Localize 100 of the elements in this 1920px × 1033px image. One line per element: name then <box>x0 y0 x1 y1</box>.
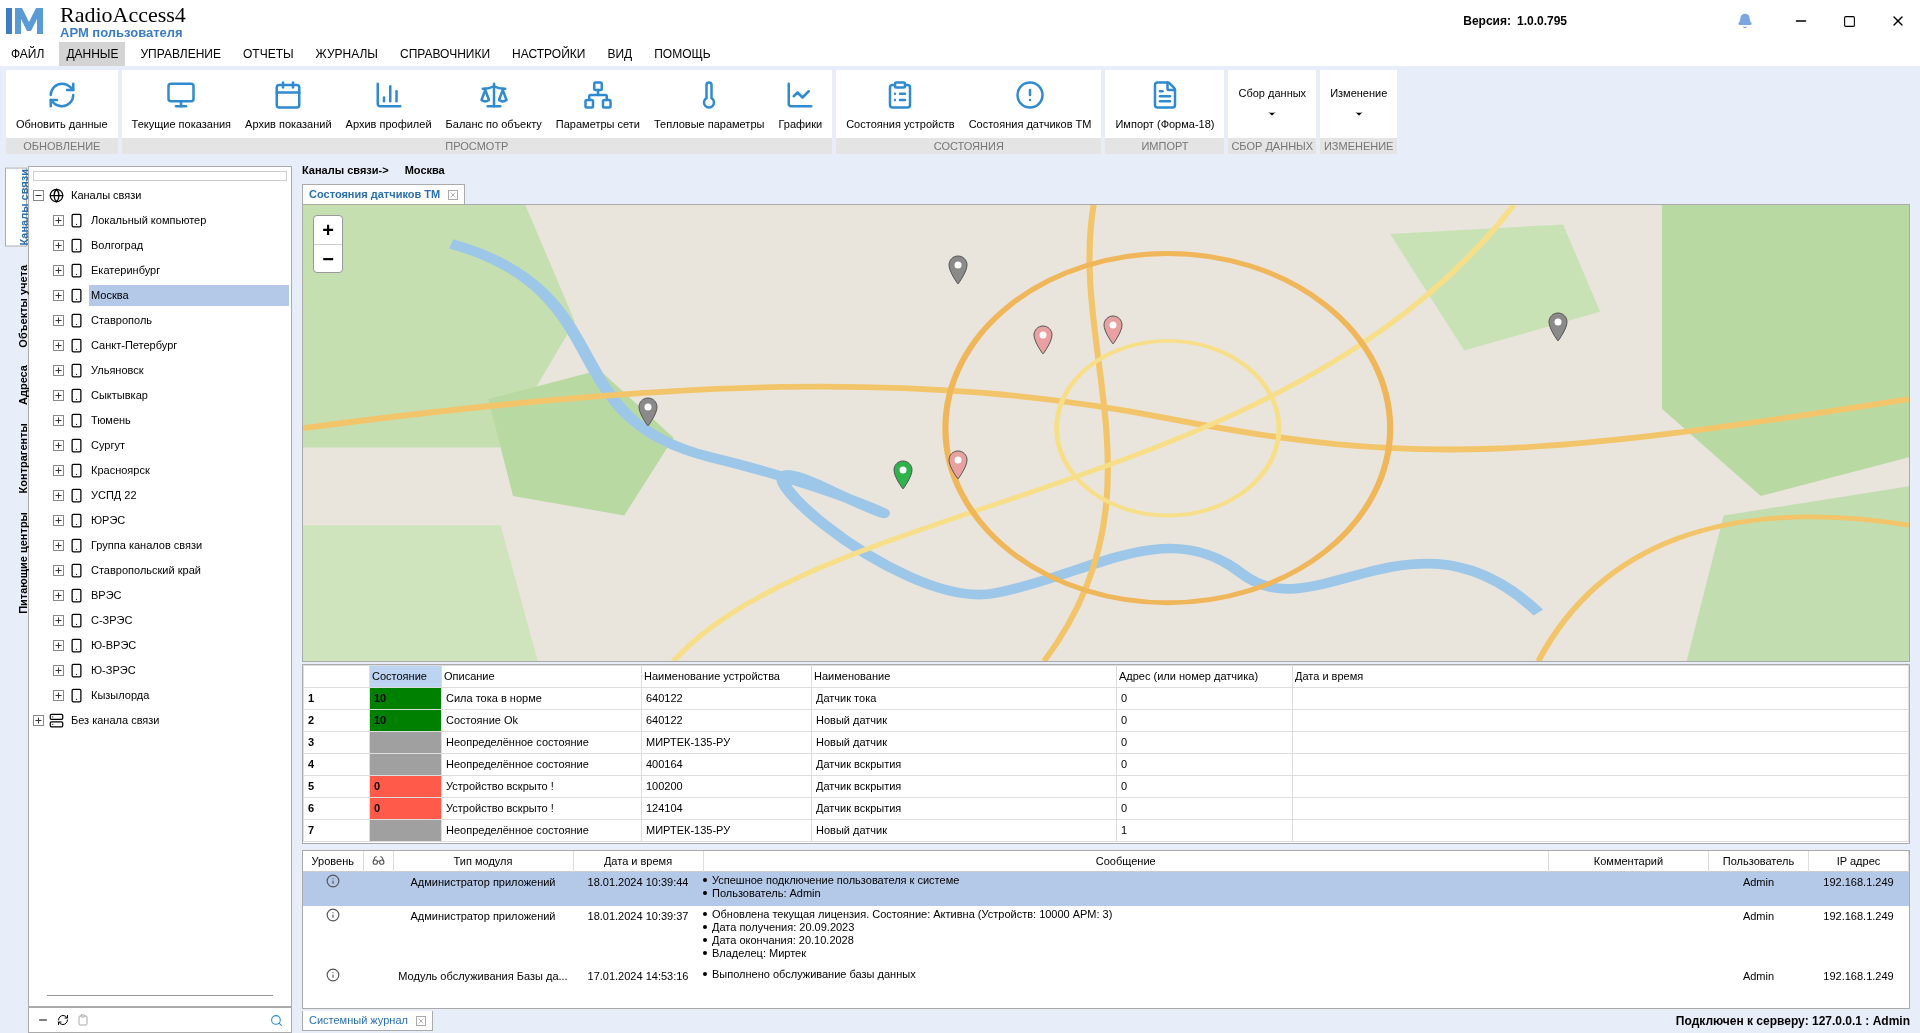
ribbon-button[interactable]: Параметры сети <box>549 70 646 134</box>
menu-item[interactable]: ПОМОЩЬ <box>647 42 718 66</box>
maximize-icon[interactable] <box>1843 14 1856 28</box>
map-pin-icon[interactable] <box>1548 312 1568 342</box>
expand-icon[interactable] <box>53 440 64 451</box>
ribbon-button[interactable]: Архив показаний <box>239 70 338 134</box>
map-pin-icon[interactable] <box>948 255 968 285</box>
column-header[interactable]: Описание <box>441 665 642 688</box>
map-pin-icon[interactable] <box>1033 325 1053 355</box>
column-header[interactable]: Сообщение <box>703 851 1549 871</box>
expand-icon[interactable] <box>53 290 64 301</box>
expand-icon[interactable] <box>53 315 64 326</box>
tree-item[interactable]: Ставропольский край <box>89 560 203 581</box>
refresh-icon[interactable] <box>57 1014 69 1026</box>
expand-icon[interactable] <box>53 215 64 226</box>
tree-item[interactable]: ЮРЭС <box>89 510 128 531</box>
expand-icon[interactable] <box>53 465 64 476</box>
map-pin-icon[interactable] <box>1103 315 1123 345</box>
side-tab[interactable]: Объекты учета <box>5 264 27 348</box>
expand-icon[interactable] <box>53 590 64 601</box>
ribbon-button[interactable]: Состояния устройств <box>840 70 961 134</box>
tree-item[interactable]: Кызылорда <box>89 685 152 706</box>
tree-item[interactable]: Ставрополь <box>89 310 155 331</box>
column-header[interactable]: Наименование устройства <box>641 665 812 688</box>
expand-icon[interactable] <box>53 615 64 626</box>
menu-item[interactable]: ВИД <box>600 42 640 66</box>
tree-item[interactable]: Волгоград <box>89 235 146 256</box>
ribbon-dropdown[interactable]: Сбор данных <box>1232 70 1313 134</box>
column-header[interactable]: Тип модуля <box>393 851 573 871</box>
tree-item[interactable]: УСПД 22 <box>89 485 139 506</box>
expand-icon[interactable] <box>53 340 64 351</box>
filter-field[interactable] <box>33 171 287 181</box>
log-row[interactable]: Модуль обслуживания Базы да... 17.01.2024 14:53:16 Выполнено обслуживание базы данных Admin 192.168.1.249 <box>303 965 1909 987</box>
tree-item[interactable]: Ю-ВРЭС <box>89 635 139 656</box>
expand-icon[interactable] <box>53 240 64 251</box>
column-header[interactable]: Уровень <box>303 851 363 871</box>
column-header[interactable]: Состояние <box>369 665 442 688</box>
expand-icon[interactable] <box>53 540 64 551</box>
ribbon-button[interactable]: Архив профилей <box>339 70 438 134</box>
tree-item[interactable]: Локальный компьютер <box>89 210 209 231</box>
zoom-out-button[interactable]: − <box>314 244 342 272</box>
tree-item[interactable]: Тюмень <box>89 410 133 431</box>
clipboard-icon[interactable] <box>77 1014 89 1026</box>
log-row[interactable]: Администратор приложений 18.01.2024 10:39:44 Успешное подключение пользователя к системе Пользователь: Admin Admin 192.168.1.249 <box>303 871 1909 906</box>
expand-icon[interactable] <box>33 715 44 726</box>
column-header[interactable]: Адрес (или номер датчика) <box>1116 665 1293 688</box>
column-header[interactable]: Дата и время <box>1292 665 1909 688</box>
tree-item[interactable]: Москва <box>89 285 289 306</box>
map-pin-icon[interactable] <box>893 460 913 490</box>
collapse-icon[interactable] <box>33 190 44 201</box>
menu-item[interactable]: ФАЙЛ <box>4 42 52 66</box>
tree-item[interactable]: Санкт-Петербург <box>89 335 180 356</box>
tree-item[interactable]: Без канала связи <box>69 710 162 731</box>
tree-item[interactable]: Группа каналов связи <box>89 535 205 556</box>
column-header[interactable]: IP адрес <box>1808 851 1909 871</box>
side-tab[interactable]: Контрагенты <box>5 423 27 494</box>
map-pin-icon[interactable] <box>638 397 658 427</box>
expand-icon[interactable] <box>53 515 64 526</box>
ribbon-dropdown[interactable]: Изменение <box>1324 70 1394 134</box>
column-header[interactable]: Пользователь <box>1708 851 1809 871</box>
log-tab[interactable]: Системный журнал <box>302 1011 433 1031</box>
column-header[interactable]: Комментарий <box>1548 851 1709 871</box>
expand-icon[interactable] <box>53 265 64 276</box>
ribbon-button[interactable]: Тепловые параметры <box>647 70 771 134</box>
breadcrumb-link[interactable]: Каналы связи-> <box>302 161 389 179</box>
map-pin-icon[interactable] <box>948 450 968 480</box>
ribbon-button[interactable]: Баланс по объекту <box>439 70 548 134</box>
expand-icon[interactable] <box>53 365 64 376</box>
tree-item[interactable]: Красноярск <box>89 460 152 481</box>
expand-icon[interactable] <box>53 565 64 576</box>
tree-item[interactable]: Ульяновск <box>89 360 146 381</box>
column-header[interactable]: Наименование <box>811 665 1117 688</box>
side-tab[interactable]: Питающие центры <box>5 511 27 614</box>
ribbon-button[interactable]: Состояния датчиков ТМ <box>962 70 1098 134</box>
menu-item[interactable]: ДАННЫЕ <box>59 42 126 66</box>
search-icon[interactable] <box>270 1013 283 1027</box>
expand-icon[interactable] <box>53 390 64 401</box>
ribbon-button[interactable]: Импорт (Форма-18) <box>1109 70 1221 134</box>
column-header[interactable]: Дата и время <box>573 851 703 871</box>
glasses-icon[interactable] <box>371 854 385 868</box>
tree-item[interactable]: Сургут <box>89 435 127 456</box>
ribbon-button[interactable]: Текущие показания <box>125 70 238 134</box>
expand-icon[interactable] <box>53 665 64 676</box>
side-tab[interactable]: Адреса <box>5 365 27 406</box>
menu-item[interactable]: УПРАВЛЕНИЕ <box>133 42 228 66</box>
expand-icon[interactable] <box>53 640 64 651</box>
tree-item[interactable]: Екатеринбург <box>89 260 163 281</box>
expand-icon[interactable] <box>53 415 64 426</box>
document-tab[interactable]: Состояния датчиков ТМ <box>302 184 466 204</box>
ribbon-button[interactable]: Графики <box>772 70 829 134</box>
menu-item[interactable]: НАСТРОЙКИ <box>505 42 593 66</box>
tree-item[interactable]: Сыктывкар <box>89 385 150 406</box>
tree-item[interactable]: Каналы связи <box>69 185 144 206</box>
ribbon-button[interactable]: Обновить данные <box>10 70 114 134</box>
tree-item[interactable]: ВРЭС <box>89 585 124 606</box>
menu-item[interactable]: ЖУРНАЛЫ <box>308 42 385 66</box>
side-tab[interactable]: Каналы связи <box>5 168 27 247</box>
menu-item[interactable]: СПРАВОЧНИКИ <box>393 42 498 66</box>
tree-item[interactable]: Ю-ЗРЭС <box>89 660 138 681</box>
tree-item[interactable]: С-ЗРЭС <box>89 610 135 631</box>
